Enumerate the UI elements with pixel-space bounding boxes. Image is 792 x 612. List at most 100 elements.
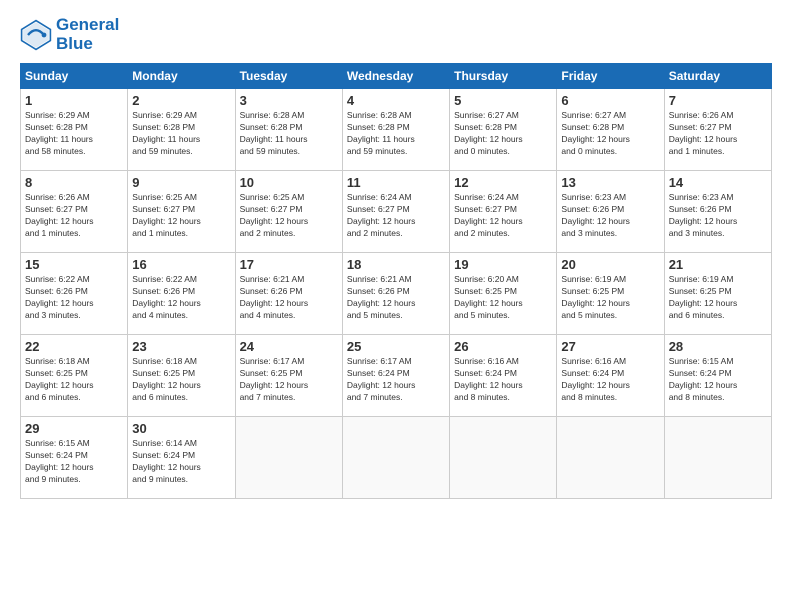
day-number: 15 xyxy=(25,257,123,272)
day-info: Sunrise: 6:16 AMSunset: 6:24 PMDaylight:… xyxy=(454,356,552,404)
calendar-cell: 13 Sunrise: 6:23 AMSunset: 6:26 PMDaylig… xyxy=(557,171,664,253)
day-info: Sunrise: 6:17 AMSunset: 6:25 PMDaylight:… xyxy=(240,356,338,404)
day-number: 28 xyxy=(669,339,767,354)
day-info: Sunrise: 6:14 AMSunset: 6:24 PMDaylight:… xyxy=(132,438,230,486)
weekday-header-sunday: Sunday xyxy=(21,64,128,89)
calendar-cell: 4 Sunrise: 6:28 AMSunset: 6:28 PMDayligh… xyxy=(342,89,449,171)
day-info: Sunrise: 6:28 AMSunset: 6:28 PMDaylight:… xyxy=(240,110,338,158)
logo-text: General Blue xyxy=(56,16,119,53)
day-number: 18 xyxy=(347,257,445,272)
day-info: Sunrise: 6:27 AMSunset: 6:28 PMDaylight:… xyxy=(561,110,659,158)
day-info: Sunrise: 6:20 AMSunset: 6:25 PMDaylight:… xyxy=(454,274,552,322)
day-number: 20 xyxy=(561,257,659,272)
weekday-header-row: SundayMondayTuesdayWednesdayThursdayFrid… xyxy=(21,64,772,89)
calendar-cell: 23 Sunrise: 6:18 AMSunset: 6:25 PMDaylig… xyxy=(128,335,235,417)
day-info: Sunrise: 6:18 AMSunset: 6:25 PMDaylight:… xyxy=(25,356,123,404)
day-number: 11 xyxy=(347,175,445,190)
day-info: Sunrise: 6:22 AMSunset: 6:26 PMDaylight:… xyxy=(132,274,230,322)
day-number: 22 xyxy=(25,339,123,354)
calendar-cell xyxy=(342,417,449,499)
weekday-header-saturday: Saturday xyxy=(664,64,771,89)
day-info: Sunrise: 6:21 AMSunset: 6:26 PMDaylight:… xyxy=(347,274,445,322)
day-info: Sunrise: 6:29 AMSunset: 6:28 PMDaylight:… xyxy=(25,110,123,158)
day-number: 9 xyxy=(132,175,230,190)
day-info: Sunrise: 6:28 AMSunset: 6:28 PMDaylight:… xyxy=(347,110,445,158)
day-number: 5 xyxy=(454,93,552,108)
calendar-cell: 28 Sunrise: 6:15 AMSunset: 6:24 PMDaylig… xyxy=(664,335,771,417)
weekday-header-wednesday: Wednesday xyxy=(342,64,449,89)
day-info: Sunrise: 6:17 AMSunset: 6:24 PMDaylight:… xyxy=(347,356,445,404)
weekday-header-thursday: Thursday xyxy=(450,64,557,89)
day-number: 12 xyxy=(454,175,552,190)
day-info: Sunrise: 6:15 AMSunset: 6:24 PMDaylight:… xyxy=(25,438,123,486)
day-number: 29 xyxy=(25,421,123,436)
day-info: Sunrise: 6:23 AMSunset: 6:26 PMDaylight:… xyxy=(561,192,659,240)
calendar-cell: 7 Sunrise: 6:26 AMSunset: 6:27 PMDayligh… xyxy=(664,89,771,171)
day-info: Sunrise: 6:26 AMSunset: 6:27 PMDaylight:… xyxy=(25,192,123,240)
day-info: Sunrise: 6:25 AMSunset: 6:27 PMDaylight:… xyxy=(132,192,230,240)
calendar-cell: 20 Sunrise: 6:19 AMSunset: 6:25 PMDaylig… xyxy=(557,253,664,335)
weekday-header-monday: Monday xyxy=(128,64,235,89)
calendar-cell: 24 Sunrise: 6:17 AMSunset: 6:25 PMDaylig… xyxy=(235,335,342,417)
calendar-cell: 3 Sunrise: 6:28 AMSunset: 6:28 PMDayligh… xyxy=(235,89,342,171)
calendar-cell: 8 Sunrise: 6:26 AMSunset: 6:27 PMDayligh… xyxy=(21,171,128,253)
calendar-cell: 27 Sunrise: 6:16 AMSunset: 6:24 PMDaylig… xyxy=(557,335,664,417)
day-info: Sunrise: 6:19 AMSunset: 6:25 PMDaylight:… xyxy=(669,274,767,322)
weekday-header-tuesday: Tuesday xyxy=(235,64,342,89)
day-number: 30 xyxy=(132,421,230,436)
calendar-week-1: 1 Sunrise: 6:29 AMSunset: 6:28 PMDayligh… xyxy=(21,89,772,171)
day-number: 10 xyxy=(240,175,338,190)
day-info: Sunrise: 6:21 AMSunset: 6:26 PMDaylight:… xyxy=(240,274,338,322)
day-number: 21 xyxy=(669,257,767,272)
day-info: Sunrise: 6:29 AMSunset: 6:28 PMDaylight:… xyxy=(132,110,230,158)
calendar-cell xyxy=(450,417,557,499)
day-number: 19 xyxy=(454,257,552,272)
calendar-cell: 25 Sunrise: 6:17 AMSunset: 6:24 PMDaylig… xyxy=(342,335,449,417)
calendar-cell: 17 Sunrise: 6:21 AMSunset: 6:26 PMDaylig… xyxy=(235,253,342,335)
calendar-week-3: 15 Sunrise: 6:22 AMSunset: 6:26 PMDaylig… xyxy=(21,253,772,335)
calendar-cell: 30 Sunrise: 6:14 AMSunset: 6:24 PMDaylig… xyxy=(128,417,235,499)
header: General Blue xyxy=(20,16,772,53)
day-number: 17 xyxy=(240,257,338,272)
calendar-cell: 11 Sunrise: 6:24 AMSunset: 6:27 PMDaylig… xyxy=(342,171,449,253)
calendar-cell: 18 Sunrise: 6:21 AMSunset: 6:26 PMDaylig… xyxy=(342,253,449,335)
calendar-cell: 29 Sunrise: 6:15 AMSunset: 6:24 PMDaylig… xyxy=(21,417,128,499)
calendar-cell: 1 Sunrise: 6:29 AMSunset: 6:28 PMDayligh… xyxy=(21,89,128,171)
day-number: 4 xyxy=(347,93,445,108)
calendar-cell: 2 Sunrise: 6:29 AMSunset: 6:28 PMDayligh… xyxy=(128,89,235,171)
day-number: 6 xyxy=(561,93,659,108)
day-info: Sunrise: 6:25 AMSunset: 6:27 PMDaylight:… xyxy=(240,192,338,240)
calendar-cell: 9 Sunrise: 6:25 AMSunset: 6:27 PMDayligh… xyxy=(128,171,235,253)
day-number: 1 xyxy=(25,93,123,108)
day-number: 16 xyxy=(132,257,230,272)
day-info: Sunrise: 6:16 AMSunset: 6:24 PMDaylight:… xyxy=(561,356,659,404)
calendar-cell: 10 Sunrise: 6:25 AMSunset: 6:27 PMDaylig… xyxy=(235,171,342,253)
day-number: 27 xyxy=(561,339,659,354)
day-info: Sunrise: 6:18 AMSunset: 6:25 PMDaylight:… xyxy=(132,356,230,404)
day-number: 14 xyxy=(669,175,767,190)
calendar-cell: 26 Sunrise: 6:16 AMSunset: 6:24 PMDaylig… xyxy=(450,335,557,417)
day-info: Sunrise: 6:23 AMSunset: 6:26 PMDaylight:… xyxy=(669,192,767,240)
calendar-cell: 16 Sunrise: 6:22 AMSunset: 6:26 PMDaylig… xyxy=(128,253,235,335)
day-number: 26 xyxy=(454,339,552,354)
weekday-header-friday: Friday xyxy=(557,64,664,89)
day-info: Sunrise: 6:26 AMSunset: 6:27 PMDaylight:… xyxy=(669,110,767,158)
calendar-cell: 14 Sunrise: 6:23 AMSunset: 6:26 PMDaylig… xyxy=(664,171,771,253)
calendar-cell xyxy=(235,417,342,499)
logo: General Blue xyxy=(20,16,119,53)
calendar-week-2: 8 Sunrise: 6:26 AMSunset: 6:27 PMDayligh… xyxy=(21,171,772,253)
calendar-table: SundayMondayTuesdayWednesdayThursdayFrid… xyxy=(20,63,772,499)
day-info: Sunrise: 6:19 AMSunset: 6:25 PMDaylight:… xyxy=(561,274,659,322)
day-number: 7 xyxy=(669,93,767,108)
day-number: 3 xyxy=(240,93,338,108)
calendar-cell xyxy=(664,417,771,499)
calendar-week-4: 22 Sunrise: 6:18 AMSunset: 6:25 PMDaylig… xyxy=(21,335,772,417)
day-number: 13 xyxy=(561,175,659,190)
calendar-cell: 15 Sunrise: 6:22 AMSunset: 6:26 PMDaylig… xyxy=(21,253,128,335)
logo-icon xyxy=(20,19,52,51)
day-number: 23 xyxy=(132,339,230,354)
calendar-cell: 22 Sunrise: 6:18 AMSunset: 6:25 PMDaylig… xyxy=(21,335,128,417)
day-info: Sunrise: 6:15 AMSunset: 6:24 PMDaylight:… xyxy=(669,356,767,404)
calendar-cell xyxy=(557,417,664,499)
day-info: Sunrise: 6:24 AMSunset: 6:27 PMDaylight:… xyxy=(454,192,552,240)
